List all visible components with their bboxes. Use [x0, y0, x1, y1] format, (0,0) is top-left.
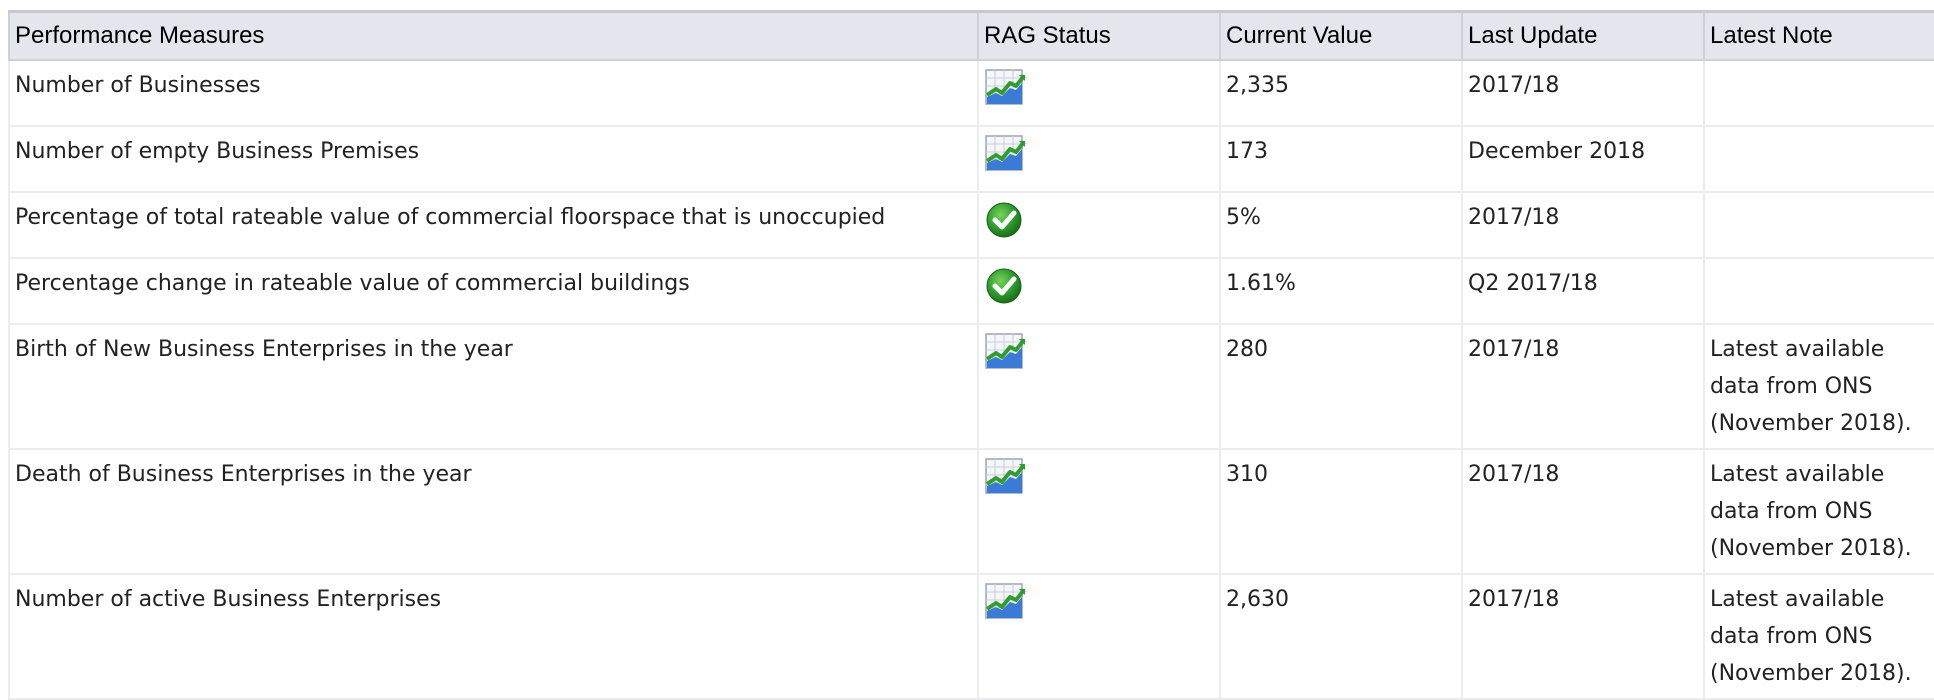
latest-note-cell: [1703, 257, 1934, 325]
measure-name-cell[interactable]: Percentage change in rateable value of c…: [8, 257, 979, 325]
last-update-cell: 2017/18: [1461, 573, 1705, 700]
measure-name-cell[interactable]: Death of Business Enterprises in the yea…: [8, 448, 979, 575]
latest-note-cell: Latest available data from ONS (November…: [1703, 323, 1934, 450]
data-only-chart-icon[interactable]: [984, 581, 1026, 621]
measure-name-cell[interactable]: Number of Businesses: [8, 59, 979, 127]
table-header-row: Performance Measures RAG Status Current …: [8, 10, 1934, 61]
table-row: Number of active Business Enterprises 2,…: [8, 573, 1934, 700]
rag-status-cell: [977, 125, 1221, 193]
rag-status-cell: [977, 573, 1221, 700]
header-current-value[interactable]: Current Value: [1219, 10, 1463, 61]
table-row: Percentage of total rateable value of co…: [8, 191, 1934, 259]
header-performance-measures[interactable]: Performance Measures: [8, 10, 979, 61]
current-value-cell: 173: [1219, 125, 1463, 193]
green-check-icon[interactable]: [984, 199, 1026, 239]
header-last-update[interactable]: Last Update: [1461, 10, 1705, 61]
measure-name-cell[interactable]: Number of empty Business Premises: [8, 125, 979, 193]
current-value-cell: 5%: [1219, 191, 1463, 259]
current-value-cell: 310: [1219, 448, 1463, 575]
current-value-cell: 280: [1219, 323, 1463, 450]
latest-note-cell: Latest available data from ONS (November…: [1703, 573, 1934, 700]
rag-status-cell: [977, 59, 1221, 127]
last-update-cell: Q2 2017/18: [1461, 257, 1705, 325]
measure-name-cell[interactable]: Birth of New Business Enterprises in the…: [8, 323, 979, 450]
performance-table-container: Performance Measures RAG Status Current …: [8, 10, 1934, 700]
header-latest-note[interactable]: Latest Note: [1703, 10, 1934, 61]
latest-note-cell: [1703, 59, 1934, 127]
measure-name-cell[interactable]: Percentage of total rateable value of co…: [8, 191, 979, 259]
table-row: Percentage change in rateable value of c…: [8, 257, 1934, 325]
last-update-cell: December 2018: [1461, 125, 1705, 193]
header-rag-status[interactable]: RAG Status: [977, 10, 1221, 61]
measure-name-cell[interactable]: Number of active Business Enterprises: [8, 573, 979, 700]
last-update-cell: 2017/18: [1461, 59, 1705, 127]
last-update-cell: 2017/18: [1461, 323, 1705, 450]
current-value-cell: 2,335: [1219, 59, 1463, 127]
table-row: Number of empty Business Premises 173 Dec…: [8, 125, 1934, 193]
current-value-cell: 2,630: [1219, 573, 1463, 700]
last-update-cell: 2017/18: [1461, 191, 1705, 259]
performance-measures-table: Performance Measures RAG Status Current …: [8, 10, 1934, 700]
data-only-chart-icon[interactable]: [984, 67, 1026, 107]
rag-status-cell: [977, 257, 1221, 325]
table-row: Number of Businesses 2,335 2017/18: [8, 59, 1934, 127]
rag-status-cell: [977, 448, 1221, 575]
last-update-cell: 2017/18: [1461, 448, 1705, 575]
data-only-chart-icon[interactable]: [984, 456, 1026, 496]
data-only-chart-icon[interactable]: [984, 133, 1026, 173]
rag-status-cell: [977, 323, 1221, 450]
green-check-icon[interactable]: [984, 265, 1026, 305]
current-value-cell: 1.61%: [1219, 257, 1463, 325]
latest-note-cell: [1703, 191, 1934, 259]
rag-status-cell: [977, 191, 1221, 259]
latest-note-cell: [1703, 125, 1934, 193]
table-row: Death of Business Enterprises in the yea…: [8, 448, 1934, 575]
table-row: Birth of New Business Enterprises in the…: [8, 323, 1934, 450]
latest-note-cell: Latest available data from ONS (November…: [1703, 448, 1934, 575]
data-only-chart-icon[interactable]: [984, 331, 1026, 371]
